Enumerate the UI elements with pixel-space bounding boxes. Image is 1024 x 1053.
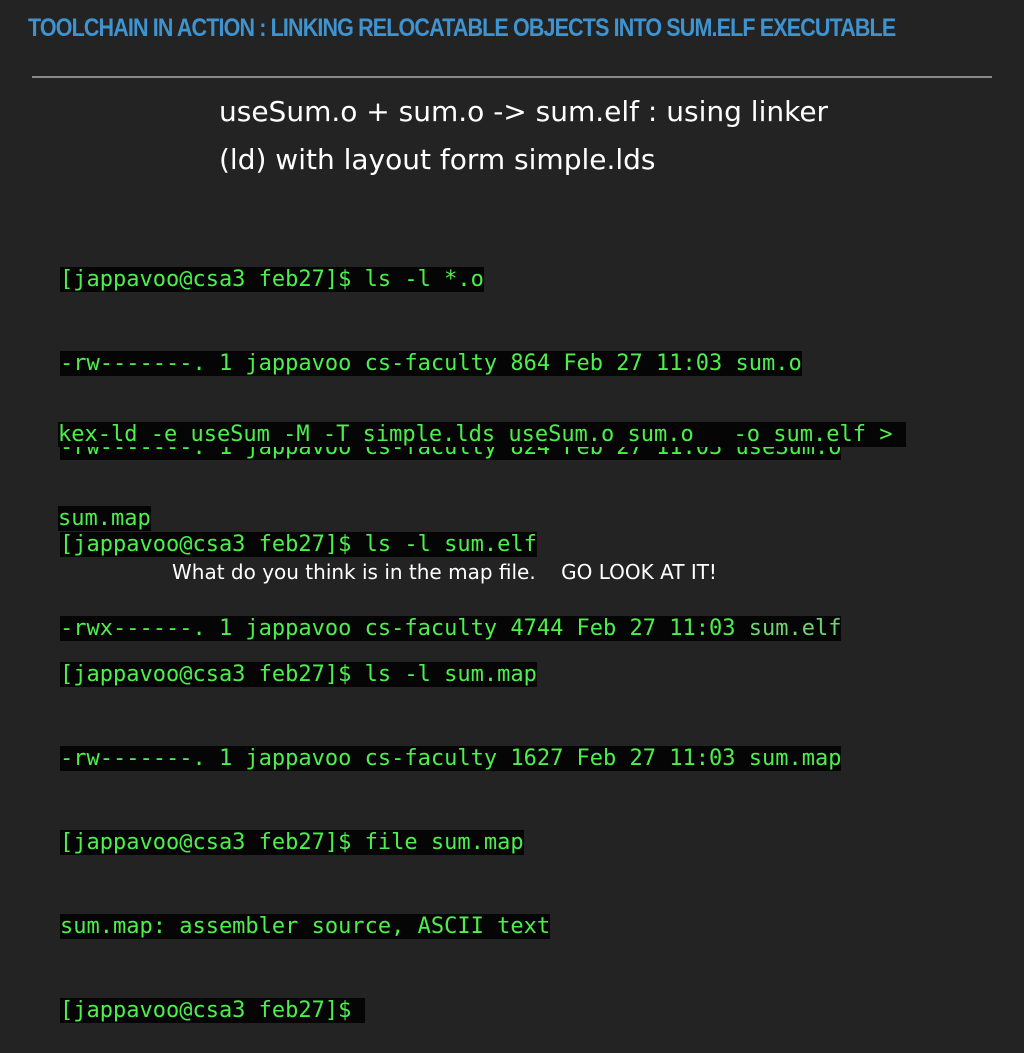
terminal-line: kex-ld -e useSum -M -T simple.lds useSum… — [58, 422, 906, 447]
subtitle-line-1: useSum.o + sum.o -> sum.elf : using link… — [219, 95, 829, 128]
terminal-block-map-file: [jappavoo@csa3 feb27]$ ls -l sum.map -rw… — [60, 605, 842, 1053]
terminal-line: [jappavoo@csa3 feb27]$ — [60, 998, 365, 1023]
title-divider — [32, 76, 992, 78]
map-file-question: What do you think is in the map file. GO… — [172, 560, 717, 584]
terminal-line: sum.map: assembler source, ASCII text — [60, 914, 551, 939]
terminal-line: [jappavoo@csa3 feb27]$ ls -l *.o — [60, 267, 484, 292]
slide-subtitle: useSum.o + sum.o -> sum.elf : using link… — [219, 88, 939, 184]
subtitle-line-2: (ld) with layout form simple.lds — [219, 143, 656, 176]
terminal-line: -rw-------. 1 jappavoo cs-faculty 1627 F… — [60, 746, 842, 771]
terminal-line: [jappavoo@csa3 feb27]$ ls -l sum.elf — [60, 532, 537, 557]
terminal-line: [jappavoo@csa3 feb27]$ file sum.map — [60, 830, 524, 855]
slide-title: TOOLCHAIN IN ACTION : LINKING RELOCATABL… — [28, 14, 896, 42]
terminal-line: [jappavoo@csa3 feb27]$ ls -l sum.map — [60, 662, 537, 687]
